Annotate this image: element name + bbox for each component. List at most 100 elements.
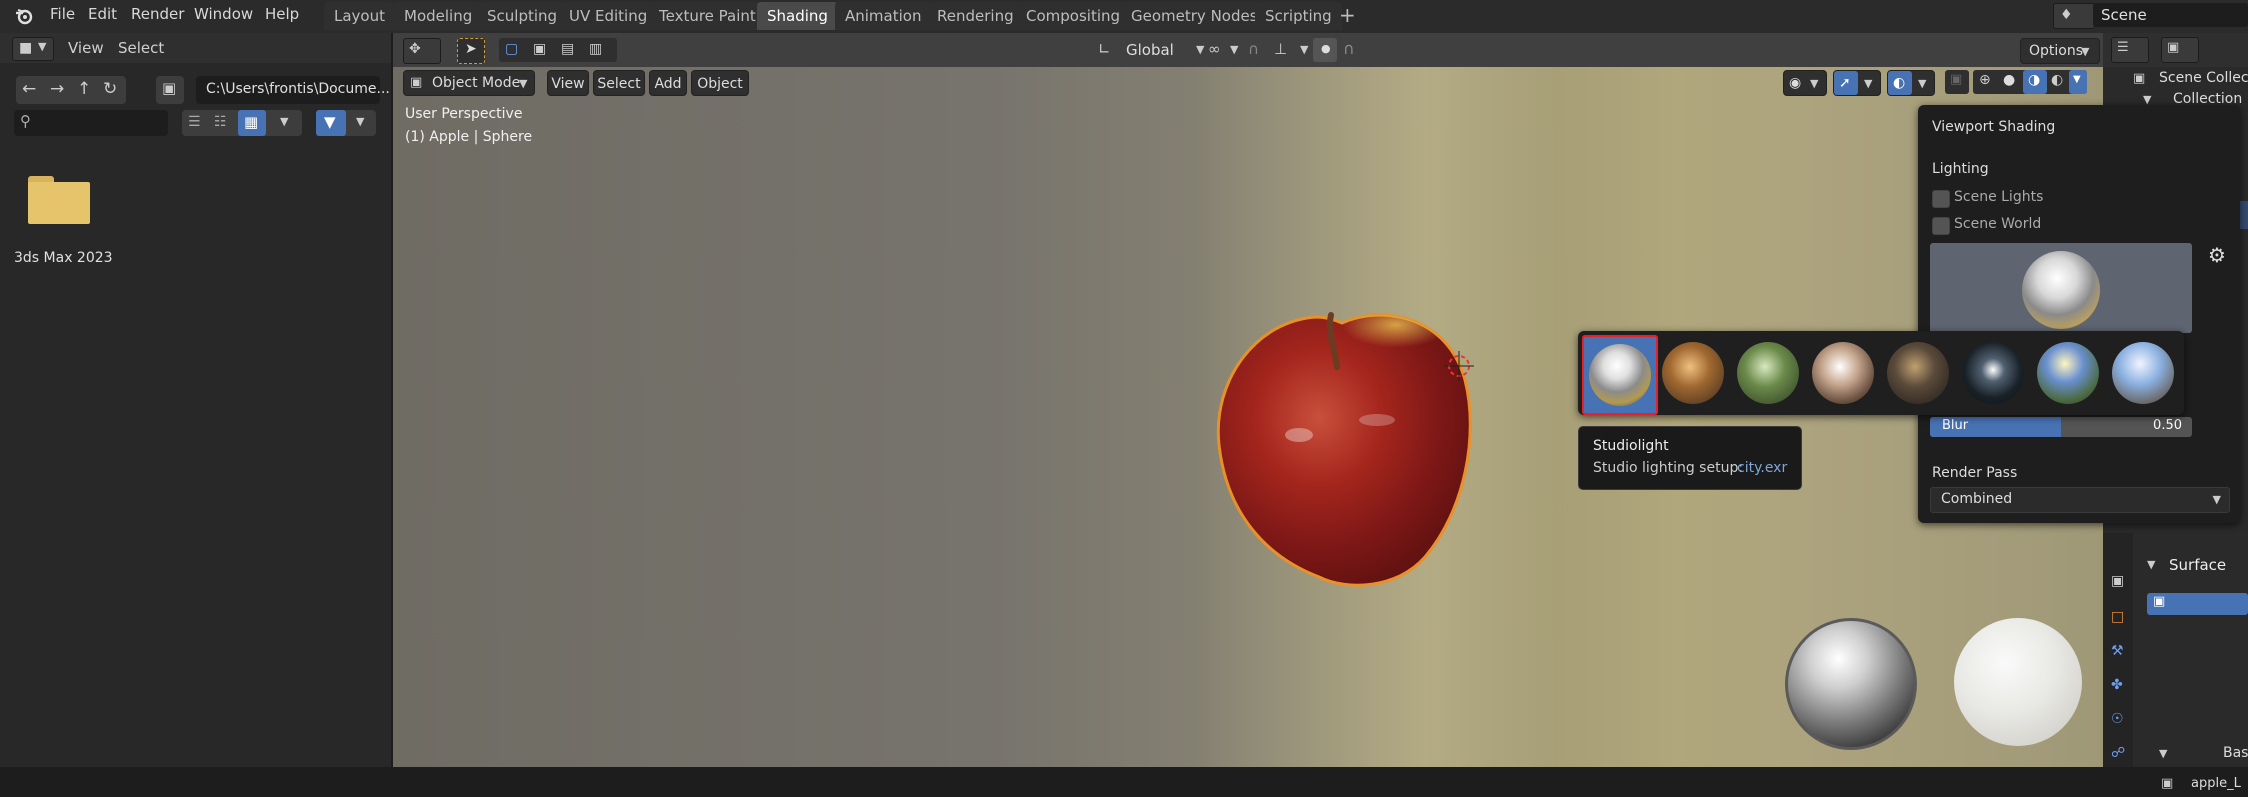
- xray-toggle[interactable]: ▣: [1945, 70, 1969, 94]
- select-intersect-icon[interactable]: ▥: [589, 41, 602, 57]
- mode-dropdown[interactable]: ▣ Object Mode ▼: [403, 70, 535, 96]
- apple-object[interactable]: [1207, 295, 1477, 593]
- path-field[interactable]: C:\Users\frontis\Docume...: [196, 76, 390, 104]
- visibility-dropdown[interactable]: ◉ ▼: [1783, 70, 1827, 96]
- forward-icon[interactable]: →: [50, 79, 64, 99]
- scene-collection-label: Scene Collect: [2159, 70, 2248, 86]
- tab-geometry-nodes[interactable]: Geometry Nodes: [1121, 2, 1268, 30]
- gear-icon[interactable]: ⚙: [2208, 243, 2226, 267]
- proportional-editing-button[interactable]: ●: [1313, 38, 1337, 62]
- tooltip-title: Studiolight: [1593, 438, 1669, 454]
- gizmo-toggle[interactable]: ➚: [1834, 71, 1858, 95]
- tab-texture-paint[interactable]: Texture Paint: [649, 2, 766, 30]
- material-preview-button[interactable]: ◑: [2023, 70, 2047, 94]
- tab-layout[interactable]: Layout: [324, 2, 395, 30]
- editor-type-button[interactable]: ■ ▼: [12, 37, 54, 61]
- tab-shading[interactable]: Shading: [757, 2, 838, 30]
- scene-world-checkbox[interactable]: [1932, 217, 1950, 235]
- thumbnails-button[interactable]: ▦: [238, 110, 266, 136]
- chevron-down-icon[interactable]: ▼: [280, 115, 288, 128]
- select-subtract-icon[interactable]: ▤: [561, 41, 574, 57]
- select-new-icon[interactable]: ▢: [505, 41, 518, 57]
- magnet-icon[interactable]: ∩: [1248, 40, 1259, 58]
- folder-item[interactable]: [28, 176, 92, 231]
- top-bar: File Edit Render Window Help Layout Mode…: [0, 0, 2248, 33]
- tab-rendering[interactable]: Rendering: [927, 2, 1024, 30]
- add-workspace-button[interactable]: +: [1339, 3, 1356, 27]
- studiolight-sunrise[interactable]: [2037, 342, 2099, 404]
- studiolight-night[interactable]: [1887, 342, 1949, 404]
- tab-compositing[interactable]: Compositing: [1016, 2, 1131, 30]
- scene-selector-button[interactable]: ♦: [2053, 3, 2095, 29]
- overlays-toggle[interactable]: ◐: [1888, 71, 1912, 95]
- studiolight-city-selected[interactable]: [1582, 335, 1658, 415]
- render-pass-dropdown[interactable]: Combined ▼: [1930, 487, 2230, 513]
- texture-field[interactable]: ▣ apple_L: [2159, 773, 2248, 797]
- studiolight-forest[interactable]: [1737, 342, 1799, 404]
- shading-options-button[interactable]: ▼: [2069, 70, 2087, 94]
- falloff-curve-icon[interactable]: ∩: [1343, 39, 1355, 58]
- chevron-down-icon: ▼: [1810, 77, 1819, 90]
- menu-render[interactable]: Render: [131, 5, 184, 23]
- horizontal-list-icon[interactable]: ☷: [214, 114, 227, 130]
- blur-value: 0.50: [2153, 418, 2182, 433]
- display-mode-button[interactable]: ▣: [2161, 37, 2199, 63]
- fb-menu-select[interactable]: Select: [118, 39, 164, 57]
- surface-shader-button[interactable]: ▣: [2147, 593, 2248, 615]
- expand-arrow-icon[interactable]: ▼: [2147, 558, 2155, 571]
- fb-menu-view[interactable]: View: [68, 39, 104, 57]
- solid-shading-icon[interactable]: ●: [2003, 72, 2015, 88]
- render-tab-icon[interactable]: ▣: [2111, 573, 2124, 589]
- studiolight-courtyard[interactable]: [1662, 342, 1724, 404]
- blender-logo-icon[interactable]: [14, 6, 34, 26]
- outliner-editor-type-button[interactable]: ☰: [2111, 37, 2149, 63]
- tab-scripting[interactable]: Scripting: [1255, 2, 1342, 30]
- snap-increment-icon[interactable]: ⊥: [1274, 40, 1287, 58]
- chevron-down-icon[interactable]: ▼: [1300, 43, 1308, 56]
- select-extend-icon[interactable]: ▣: [533, 41, 546, 57]
- back-icon[interactable]: ←: [22, 79, 36, 99]
- studiolight-sunset[interactable]: [2112, 342, 2174, 404]
- vp-menu-object[interactable]: Object: [691, 70, 749, 96]
- menu-edit[interactable]: Edit: [88, 5, 117, 23]
- scene-lights-checkbox[interactable]: [1932, 190, 1950, 208]
- tab-modeling[interactable]: Modeling: [394, 2, 483, 30]
- tab-animation[interactable]: Animation: [835, 2, 932, 30]
- vp-menu-add[interactable]: Add: [649, 70, 687, 96]
- transform-tool-button[interactable]: ✥: [403, 38, 441, 64]
- rendered-shading-icon[interactable]: ◐: [2051, 72, 2063, 88]
- vp-menu-select[interactable]: Select: [593, 70, 645, 96]
- tab-uv-editing[interactable]: UV Editing: [559, 2, 658, 30]
- menu-window[interactable]: Window: [194, 5, 253, 23]
- modifier-wrench-icon[interactable]: ⚒: [2111, 643, 2124, 659]
- studiolight-interior[interactable]: [1812, 342, 1874, 404]
- menu-file[interactable]: File: [50, 5, 75, 23]
- physics-icon[interactable]: ☉: [2111, 711, 2124, 727]
- options-dropdown[interactable]: Options ▼: [2020, 38, 2100, 64]
- hdri-preview-thumbnail[interactable]: [1930, 243, 2192, 333]
- gizmo-dropdown[interactable]: ➚ ▼: [1833, 70, 1881, 96]
- scene-name-field[interactable]: Scene: [2093, 3, 2248, 27]
- object-tab-icon[interactable]: □: [2111, 609, 2124, 625]
- parent-directory-icon[interactable]: ↑: [77, 79, 91, 99]
- tab-sculpting[interactable]: Sculpting: [477, 2, 568, 30]
- select-tool-button[interactable]: ➤: [457, 38, 485, 64]
- vertical-list-icon[interactable]: ☰: [188, 114, 201, 130]
- orientation-icon: ∟: [1098, 40, 1111, 58]
- constraints-icon[interactable]: ☍: [2111, 745, 2125, 761]
- particles-icon[interactable]: ✤: [2111, 677, 2123, 693]
- wireframe-shading-icon[interactable]: ⊕: [1979, 72, 1991, 88]
- search-input[interactable]: ⚲: [14, 110, 168, 136]
- refresh-icon[interactable]: ↻: [103, 79, 117, 99]
- filter-button[interactable]: ▼: [316, 110, 346, 136]
- chevron-down-icon[interactable]: ▼: [356, 115, 364, 128]
- blur-slider[interactable]: Blur 0.50: [1930, 417, 2192, 437]
- overlays-dropdown[interactable]: ◐ ▼: [1887, 70, 1935, 96]
- transform-orientation-dropdown[interactable]: ∟ Global ▼: [1098, 38, 1214, 62]
- vp-menu-view[interactable]: View: [547, 70, 589, 96]
- pivot-point-dropdown[interactable]: ∞ ▼: [1206, 38, 1246, 62]
- expand-arrow-icon[interactable]: ▼: [2159, 747, 2167, 760]
- studiolight-studio[interactable]: [1962, 342, 2024, 404]
- new-folder-button[interactable]: ▣: [156, 76, 184, 104]
- menu-help[interactable]: Help: [265, 5, 299, 23]
